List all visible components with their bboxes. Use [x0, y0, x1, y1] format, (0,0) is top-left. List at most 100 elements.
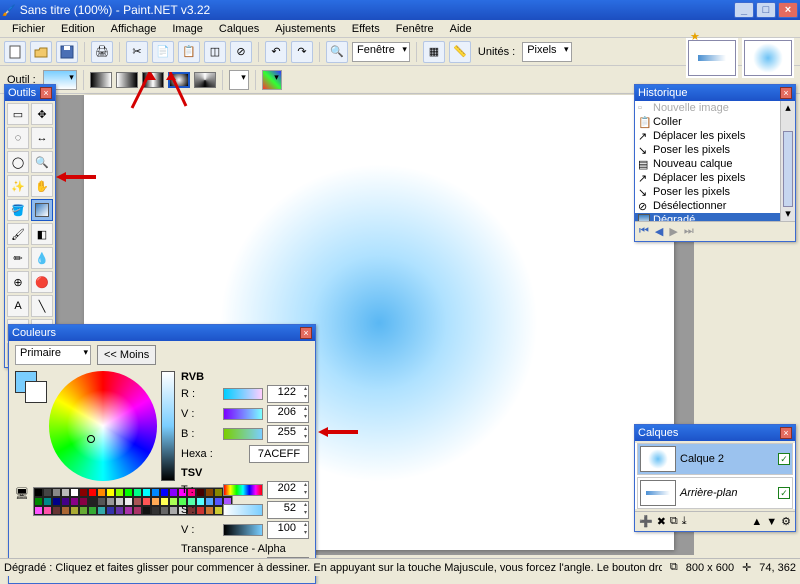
thumb-2[interactable]: [742, 38, 794, 78]
s-input[interactable]: 52: [267, 501, 309, 519]
history-scrollbar[interactable]: ▴▾: [780, 101, 795, 221]
history-item[interactable]: Désélectionner: [653, 200, 726, 212]
blend-mode-dropdown[interactable]: [229, 70, 249, 90]
open-file-icon[interactable]: [30, 41, 52, 63]
move-sel-tool[interactable]: ✥: [31, 103, 53, 125]
v2-slider[interactable]: [223, 524, 263, 536]
history-item[interactable]: Déplacer les pixels: [653, 130, 745, 142]
b-slider[interactable]: [223, 428, 263, 440]
r-slider[interactable]: [223, 388, 263, 400]
lasso-tool[interactable]: ◌: [7, 127, 29, 149]
eraser-tool[interactable]: ◧: [31, 223, 53, 245]
merge-down-icon[interactable]: ⤓: [682, 515, 687, 528]
clone-tool[interactable]: ⊕: [7, 271, 29, 293]
delete-layer-icon[interactable]: ✖: [657, 515, 666, 528]
crop-icon[interactable]: ◫: [204, 41, 226, 63]
zoom-icon[interactable]: 🔍: [326, 41, 348, 63]
recolor-tool[interactable]: 🔴: [31, 271, 53, 293]
gradient-conical[interactable]: [194, 72, 216, 88]
v-input[interactable]: 206: [267, 405, 309, 423]
secondary-swatch[interactable]: [25, 381, 47, 403]
maximize-button[interactable]: □: [756, 2, 776, 18]
layer-down-icon[interactable]: ▼: [766, 516, 777, 528]
menu-layers[interactable]: Calques: [211, 22, 267, 36]
r-input[interactable]: 122: [267, 385, 309, 403]
zoom-tool[interactable]: 🔍: [31, 151, 53, 173]
cut-icon[interactable]: ✂: [126, 41, 148, 63]
colors-close-icon[interactable]: ×: [300, 327, 312, 339]
deselect-icon[interactable]: ⊘: [230, 41, 252, 63]
history-redo-icon[interactable]: ▶: [669, 225, 677, 238]
save-icon[interactable]: [56, 41, 78, 63]
tools-close-icon[interactable]: ×: [40, 87, 52, 99]
undo-icon[interactable]: ↶: [265, 41, 287, 63]
pan-tool[interactable]: ✋: [31, 175, 53, 197]
copy-icon[interactable]: 📄: [152, 41, 174, 63]
color-primary-dropdown[interactable]: Primaire: [15, 345, 91, 365]
menu-view[interactable]: Affichage: [103, 22, 165, 36]
units-dropdown[interactable]: Pixels: [522, 42, 571, 62]
layer-row[interactable]: Calque 2 ✓: [637, 443, 793, 475]
layer-props-icon[interactable]: ⚙: [781, 515, 791, 528]
dup-layer-icon[interactable]: ⧉: [670, 515, 678, 528]
history-close-icon[interactable]: ×: [780, 87, 792, 99]
line-tool[interactable]: ╲: [31, 295, 53, 317]
brush-tool[interactable]: 🖌: [7, 223, 29, 245]
history-ff-icon[interactable]: ⏭: [684, 225, 694, 238]
paste-icon[interactable]: 📋: [178, 41, 200, 63]
value-slider[interactable]: [161, 371, 175, 481]
gradient-tool[interactable]: [31, 199, 53, 221]
layer-visible-checkbox[interactable]: ✓: [778, 453, 790, 465]
print-icon[interactable]: 🖨: [91, 41, 113, 63]
color-mode-dropdown[interactable]: [262, 70, 282, 90]
zoom-dropdown[interactable]: Fenêtre: [352, 42, 410, 62]
layer-up-icon[interactable]: ▲: [751, 516, 762, 528]
history-item[interactable]: Dégradé: [653, 214, 695, 221]
s-slider[interactable]: [223, 504, 263, 516]
menu-window[interactable]: Fenêtre: [388, 22, 442, 36]
b-input[interactable]: 255: [267, 425, 309, 443]
ellipse-select-tool[interactable]: ◯: [7, 151, 29, 173]
rect-select-tool[interactable]: ▭: [7, 103, 29, 125]
menu-effects[interactable]: Effets: [344, 22, 388, 36]
new-file-icon[interactable]: [4, 41, 26, 63]
minimize-button[interactable]: _: [734, 2, 754, 18]
close-button[interactable]: ×: [778, 2, 798, 18]
v-slider[interactable]: [223, 408, 263, 420]
history-undo-icon[interactable]: ◀: [655, 225, 663, 238]
history-item[interactable]: Déplacer les pixels: [653, 172, 745, 184]
move-pixels-tool[interactable]: ↔: [31, 127, 53, 149]
text-tool[interactable]: A: [7, 295, 29, 317]
thumb-1[interactable]: ★: [686, 38, 738, 78]
history-item[interactable]: Poser les pixels: [653, 186, 730, 198]
history-item[interactable]: Nouveau calque: [653, 158, 733, 170]
history-rewind-icon[interactable]: ⏮: [639, 225, 649, 238]
t-input[interactable]: 202: [267, 481, 309, 499]
grid-icon[interactable]: ▦: [423, 41, 445, 63]
redo-icon[interactable]: ↷: [291, 41, 313, 63]
menu-image[interactable]: Image: [164, 22, 211, 36]
less-button[interactable]: << Moins: [97, 345, 156, 365]
monitor-icon[interactable]: 🖥: [15, 487, 29, 500]
history-item[interactable]: Poser les pixels: [653, 144, 730, 156]
menu-adjust[interactable]: Ajustements: [267, 22, 344, 36]
layer-row[interactable]: Arrière-plan ✓: [637, 477, 793, 509]
ruler-icon[interactable]: 📏: [449, 41, 471, 63]
t-slider[interactable]: [223, 484, 263, 496]
add-layer-icon[interactable]: ➕: [639, 515, 653, 528]
menu-help[interactable]: Aide: [442, 22, 480, 36]
history-item[interactable]: Nouvelle image: [653, 102, 729, 114]
history-item[interactable]: Coller: [653, 116, 682, 128]
picker-tool[interactable]: 💧: [31, 247, 53, 269]
v2-input[interactable]: 100: [267, 521, 309, 539]
color-wheel[interactable]: [49, 371, 158, 481]
pencil-tool[interactable]: ✏: [7, 247, 29, 269]
wand-tool[interactable]: ✨: [7, 175, 29, 197]
fill-tool[interactable]: 🪣: [7, 199, 29, 221]
layer-visible-checkbox[interactable]: ✓: [778, 487, 790, 499]
menu-file[interactable]: Fichier: [4, 22, 53, 36]
gradient-linear-lr[interactable]: [90, 72, 112, 88]
hex-input[interactable]: [249, 445, 309, 463]
layers-close-icon[interactable]: ×: [780, 427, 792, 439]
menu-edit[interactable]: Edition: [53, 22, 103, 36]
